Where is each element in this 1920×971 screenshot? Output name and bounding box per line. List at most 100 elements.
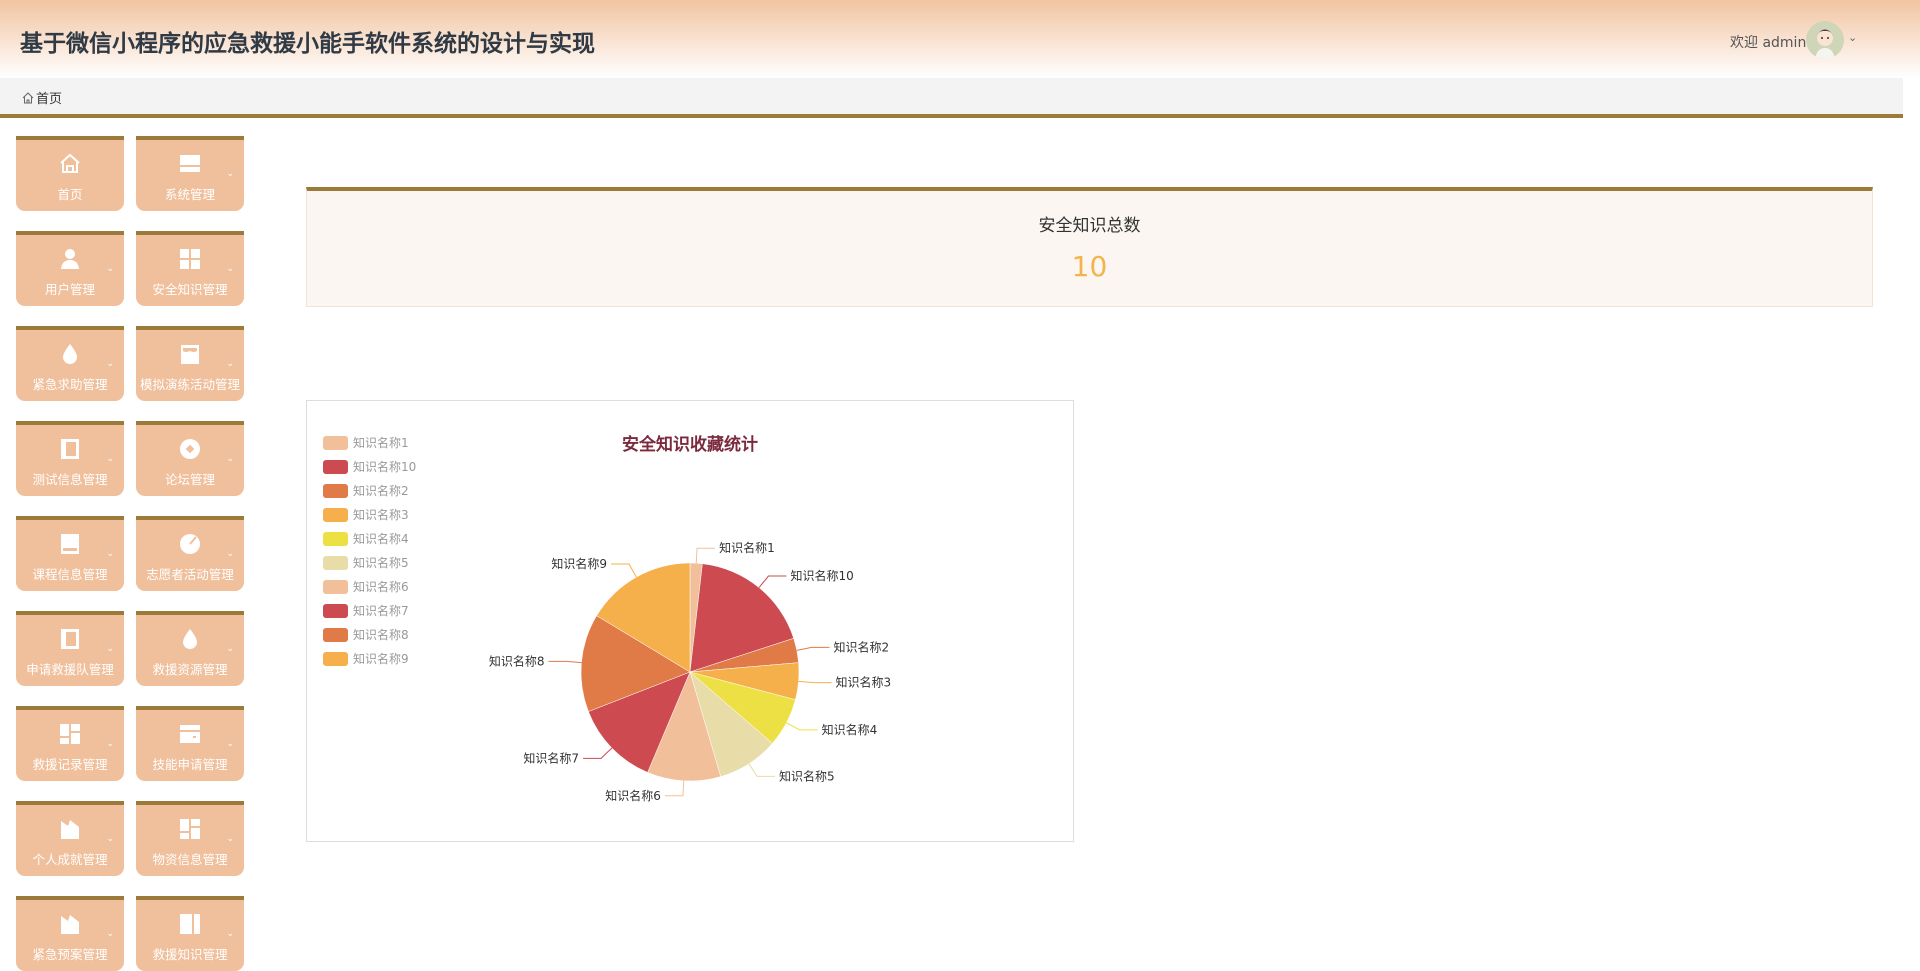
sidebar-item-10[interactable]: 志愿者活动管理 ⌄ [136, 516, 244, 591]
slice-label-line [796, 646, 830, 651]
legend-swatch[interactable] [323, 460, 348, 474]
sidebar-item-13[interactable]: 救援记录管理 ⌄ [16, 706, 124, 781]
sidebar-item-label: 申请救援队管理 [26, 662, 114, 677]
sidebar-item-label: 救援资源管理 [152, 662, 228, 677]
sidebar-item-label: 物资信息管理 [152, 852, 228, 867]
sidebar-item-2[interactable]: 系统管理 ⌄ [136, 136, 244, 211]
chevron-down-icon: ⌄ [106, 549, 114, 559]
chevron-down-icon: ⌄ [106, 739, 114, 749]
chevron-down-icon: ⌄ [106, 264, 114, 274]
stat-value: 10 [1071, 250, 1108, 283]
sidebar-item-label: 紧急求助管理 [32, 377, 108, 392]
wallet-icon [180, 725, 200, 743]
user-icon [61, 249, 79, 269]
chart-title: 安全知识收藏统计 [622, 434, 758, 455]
sidebar-item-label: 紧急预案管理 [32, 947, 108, 962]
factory-icon [61, 915, 79, 934]
legend-label[interactable]: 知识名称1 [353, 435, 409, 450]
slice-label-line [583, 747, 613, 759]
sidebar-item-label: 个人成就管理 [32, 852, 108, 867]
sidebar-item-7[interactable]: 测试信息管理 ⌄ [16, 421, 124, 496]
sidebar-item-5[interactable]: 紧急求助管理 ⌄ [16, 326, 124, 401]
stat-title: 安全知识总数 [1038, 216, 1141, 236]
legend-label[interactable]: 知识名称5 [353, 555, 409, 570]
app-title: 基于微信小程序的应急救援小能手软件系统的设计与实现 [20, 31, 595, 57]
sidebar-item-14[interactable]: 技能申请管理 ⌄ [136, 706, 244, 781]
legend-swatch[interactable] [323, 484, 348, 498]
slice-label-line [748, 763, 776, 777]
sidebar-item-label: 系统管理 [164, 187, 215, 202]
breadcrumb-home[interactable]: 首页 [22, 88, 62, 107]
chevron-down-icon: ⌄ [106, 644, 114, 654]
breadcrumb: 首页 [0, 78, 1903, 118]
legend-swatch[interactable] [323, 580, 348, 594]
pie-chart: 安全知识收藏统计知识名称1知识名称1知识名称10知识名称10知识名称2知识名称2… [323, 434, 891, 803]
chevron-down-icon: ⌄ [226, 929, 234, 939]
slice-label: 知识名称6 [605, 788, 661, 803]
slice-label: 知识名称10 [790, 568, 853, 583]
sidebar-item-1[interactable]: 首页 [16, 136, 124, 211]
sidebar-item-label: 安全知识管理 [152, 282, 228, 297]
slice-label: 知识名称4 [822, 722, 878, 737]
gauge-icon [180, 534, 200, 554]
legend-label[interactable]: 知识名称6 [353, 579, 409, 594]
chevron-down-icon: ⌄ [226, 644, 234, 654]
legend-swatch[interactable] [323, 652, 348, 666]
slice-label-line [758, 575, 787, 588]
slice-label-line [798, 680, 832, 684]
coin-icon [180, 439, 200, 459]
columns-icon [180, 914, 200, 934]
sidebar-item-label: 论坛管理 [164, 472, 215, 487]
sidebar-item-16[interactable]: 物资信息管理 ⌄ [136, 801, 244, 876]
drive-icon [61, 534, 79, 554]
breadcrumb-home-label: 首页 [36, 92, 63, 107]
sidebar-item-11[interactable]: 申请救援队管理 ⌄ [16, 611, 124, 686]
sidebar-item-3[interactable]: 用户管理 ⌄ [16, 231, 124, 306]
legend-label[interactable]: 知识名称7 [353, 603, 409, 618]
chevron-down-icon: ⌄ [226, 834, 234, 844]
sidebar-item-18[interactable]: 救援知识管理 ⌄ [136, 896, 244, 971]
legend-label[interactable]: 知识名称3 [353, 507, 409, 522]
layout-icon [180, 155, 200, 172]
chevron-down-icon: ⌄ [106, 359, 114, 369]
factory-icon [61, 820, 79, 839]
sidebar-item-9[interactable]: 课程信息管理 ⌄ [16, 516, 124, 591]
stat-card: 安全知识总数 10 [306, 187, 1873, 307]
chevron-down-icon[interactable]: ⌄ [1848, 31, 1857, 44]
shop-icon [181, 345, 199, 364]
sidebar-item-label: 救援知识管理 [152, 947, 228, 962]
slice-label-line [664, 780, 685, 797]
legend-swatch[interactable] [323, 556, 348, 570]
slice-label: 知识名称8 [489, 653, 545, 668]
sidebar-item-8[interactable]: 论坛管理 ⌄ [136, 421, 244, 496]
legend-label[interactable]: 知识名称8 [353, 627, 409, 642]
chevron-down-icon: ⌄ [106, 454, 114, 464]
legend-label[interactable]: 知识名称4 [353, 531, 409, 546]
sidebar-item-6[interactable]: 模拟演练活动管理 ⌄ [136, 326, 244, 401]
slice-label: 知识名称7 [523, 750, 579, 765]
sidebar-item-4[interactable]: 安全知识管理 ⌄ [136, 231, 244, 306]
legend-swatch[interactable] [323, 508, 348, 522]
sidebar-item-17[interactable]: 紧急预案管理 ⌄ [16, 896, 124, 971]
sidebar-item-15[interactable]: 个人成就管理 ⌄ [16, 801, 124, 876]
home-icon [60, 153, 80, 173]
legend-label[interactable]: 知识名称2 [353, 483, 409, 498]
drop-icon [183, 629, 197, 649]
sidebar-item-12[interactable]: 救援资源管理 ⌄ [136, 611, 244, 686]
avatar[interactable] [1806, 21, 1844, 59]
legend-swatch[interactable] [323, 628, 348, 642]
sidebar-item-label: 测试信息管理 [32, 472, 108, 487]
slice-label-line [786, 722, 818, 731]
chevron-down-icon: ⌄ [226, 264, 234, 274]
legend-label[interactable]: 知识名称10 [353, 459, 416, 474]
book-icon [61, 439, 79, 459]
chevron-down-icon: ⌄ [226, 739, 234, 749]
legend-swatch[interactable] [323, 532, 348, 546]
header: 基于微信小程序的应急救援小能手软件系统的设计与实现 欢迎 admin ⌄ [0, 0, 1920, 78]
legend-label[interactable]: 知识名称9 [353, 651, 409, 666]
legend-swatch[interactable] [323, 436, 348, 450]
sidebar-item-label: 技能申请管理 [152, 757, 228, 772]
slice-label: 知识名称5 [779, 768, 835, 783]
chevron-down-icon: ⌄ [226, 549, 234, 559]
legend-swatch[interactable] [323, 604, 348, 618]
